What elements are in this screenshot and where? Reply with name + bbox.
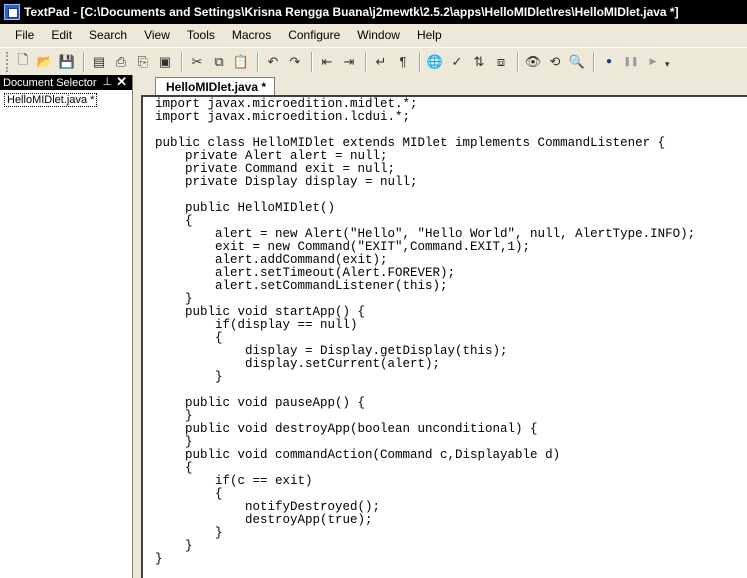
tab-hellomidlet-java[interactable]: HelloMIDlet.java * bbox=[155, 77, 276, 95]
save-icon[interactable]: 💾 bbox=[57, 52, 77, 72]
replace-icon[interactable]: ⟲ bbox=[545, 52, 565, 72]
code-line[interactable]: public void commandAction(Command c,Disp… bbox=[155, 449, 695, 462]
toolbar-overflow-icon[interactable]: ▾ bbox=[665, 54, 673, 70]
visible-spaces-icon[interactable]: ¶ bbox=[393, 52, 413, 72]
decrease-indent-icon[interactable]: ⇤ bbox=[317, 52, 337, 72]
menu-tools[interactable]: Tools bbox=[178, 26, 223, 44]
open-icon[interactable]: 📂 bbox=[35, 52, 55, 72]
print-preview-icon[interactable]: ⎘ bbox=[133, 52, 153, 72]
sort-icon[interactable]: ⇅ bbox=[469, 52, 489, 72]
toolbar-separator bbox=[257, 51, 259, 72]
code-line[interactable]: public void pauseApp() { bbox=[155, 397, 695, 410]
menu-bar: File Edit Search View Tools Macros Confi… bbox=[0, 24, 747, 46]
menu-view[interactable]: View bbox=[135, 26, 178, 44]
new-file-icon[interactable]: 🗋 bbox=[13, 52, 33, 72]
title-bar: TextPad - [C:\Documents and Settings\Kri… bbox=[0, 0, 747, 24]
code-line[interactable]: alert.setCommandListener(this); bbox=[155, 280, 695, 293]
spelling-icon[interactable]: ✓ bbox=[447, 52, 467, 72]
menu-help[interactable]: Help bbox=[408, 26, 450, 44]
toolbar-separator bbox=[83, 51, 85, 72]
code-line[interactable]: import javax.microedition.lcdui.*; bbox=[155, 111, 695, 124]
menu-window[interactable]: Window bbox=[348, 26, 408, 44]
word-wrap-icon[interactable]: ↵ bbox=[371, 52, 391, 72]
code-line[interactable]: } bbox=[155, 371, 695, 384]
code-line[interactable]: if(display == null) bbox=[155, 319, 695, 332]
code-line[interactable]: } bbox=[155, 553, 695, 566]
toolbar-separator bbox=[517, 51, 519, 72]
toolbar-grip[interactable] bbox=[6, 51, 9, 72]
find-in-files-icon[interactable]: 🔍 bbox=[567, 52, 587, 72]
toolbar-separator bbox=[311, 51, 313, 72]
menu-edit[interactable]: Edit bbox=[42, 26, 80, 44]
close-icon[interactable]: ✕ bbox=[116, 74, 127, 90]
save-all-icon[interactable]: ▤ bbox=[89, 52, 109, 72]
play-macro-icon[interactable]: ▶ bbox=[643, 52, 663, 72]
copy-icon[interactable]: ⧉ bbox=[209, 52, 229, 72]
manage-files-icon[interactable]: ▣ bbox=[155, 52, 175, 72]
window-title: TextPad - [C:\Documents and Settings\Kri… bbox=[24, 5, 679, 19]
toolbar-separator bbox=[365, 51, 367, 72]
pin-icon[interactable]: ⊥ bbox=[102, 75, 112, 88]
record-macro-icon[interactable]: ● bbox=[599, 52, 619, 72]
menu-macros[interactable]: Macros bbox=[223, 26, 279, 44]
document-selector-header: Document Selector ⊥ ✕ bbox=[0, 74, 132, 90]
code-line[interactable]: public HelloMIDlet() bbox=[155, 202, 695, 215]
cut-icon[interactable]: ✂ bbox=[187, 52, 207, 72]
code-line[interactable]: } bbox=[155, 527, 695, 540]
menu-file[interactable]: File bbox=[6, 26, 42, 44]
code-editor[interactable]: import javax.microedition.midlet.*; impor… bbox=[141, 95, 747, 578]
print-icon[interactable]: ⎙ bbox=[111, 52, 131, 72]
code-text[interactable]: import javax.microedition.midlet.*; impor… bbox=[155, 98, 695, 566]
toolbar: 🗋 📂 💾 ▤ ⎙ ⎘ ▣ ✂ ⧉ 📋 ↶ ↷ ⇤ ⇥ ↵ ¶ 🌐 ✓ ⇅ ⧈ … bbox=[0, 47, 747, 75]
toolbar-separator bbox=[593, 51, 595, 72]
increase-indent-icon[interactable]: ⇥ bbox=[339, 52, 359, 72]
code-line[interactable]: destroyApp(true); bbox=[155, 514, 695, 527]
redo-icon[interactable]: ↷ bbox=[285, 52, 305, 72]
code-line[interactable]: if(c == exit) bbox=[155, 475, 695, 488]
menu-configure[interactable]: Configure bbox=[279, 26, 348, 44]
toolbar-separator bbox=[181, 51, 183, 72]
web-browser-icon[interactable]: 🌐 bbox=[425, 52, 445, 72]
menu-search[interactable]: Search bbox=[80, 26, 135, 44]
document-list-item[interactable]: HelloMIDlet.java * bbox=[4, 93, 98, 107]
code-line[interactable]: private Display display = null; bbox=[155, 176, 695, 189]
compare-icon[interactable]: ⧈ bbox=[491, 52, 511, 72]
code-line[interactable]: display.setCurrent(alert); bbox=[155, 358, 695, 371]
editor-area: HelloMIDlet.java * import javax.microedi… bbox=[137, 75, 747, 578]
code-line[interactable]: } bbox=[155, 540, 695, 553]
document-selector-title: Document Selector bbox=[3, 76, 97, 89]
find-icon[interactable]: 👁 bbox=[523, 52, 543, 72]
paste-icon[interactable]: 📋 bbox=[231, 52, 251, 72]
pause-macro-icon[interactable]: ❚❚ bbox=[621, 52, 641, 72]
document-tabs: HelloMIDlet.java * bbox=[137, 75, 747, 95]
document-selector-pane: Document Selector ⊥ ✕ HelloMIDlet.java * bbox=[0, 74, 133, 578]
textpad-app-icon[interactable] bbox=[4, 4, 20, 20]
code-line[interactable]: public void destroyApp(boolean unconditi… bbox=[155, 423, 695, 436]
toolbar-separator bbox=[419, 51, 421, 72]
undo-icon[interactable]: ↶ bbox=[263, 52, 283, 72]
